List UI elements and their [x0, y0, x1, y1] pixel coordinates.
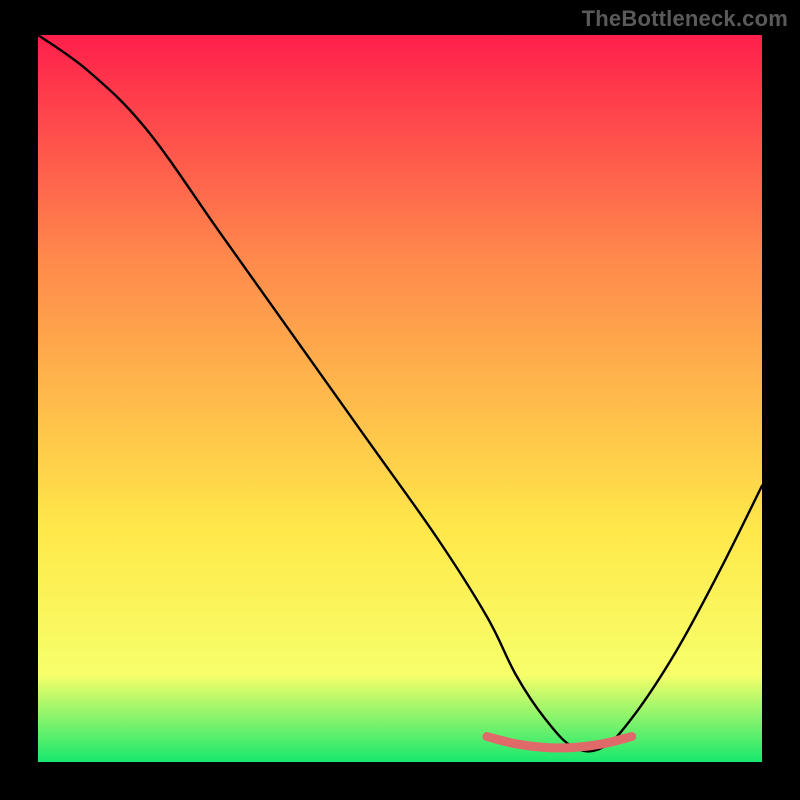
chart-frame: { "watermark": "TheBottleneck.com", "col… — [0, 0, 800, 800]
bottleneck-chart — [0, 0, 800, 800]
watermark-label: TheBottleneck.com — [582, 6, 788, 32]
plot-background — [38, 35, 762, 762]
